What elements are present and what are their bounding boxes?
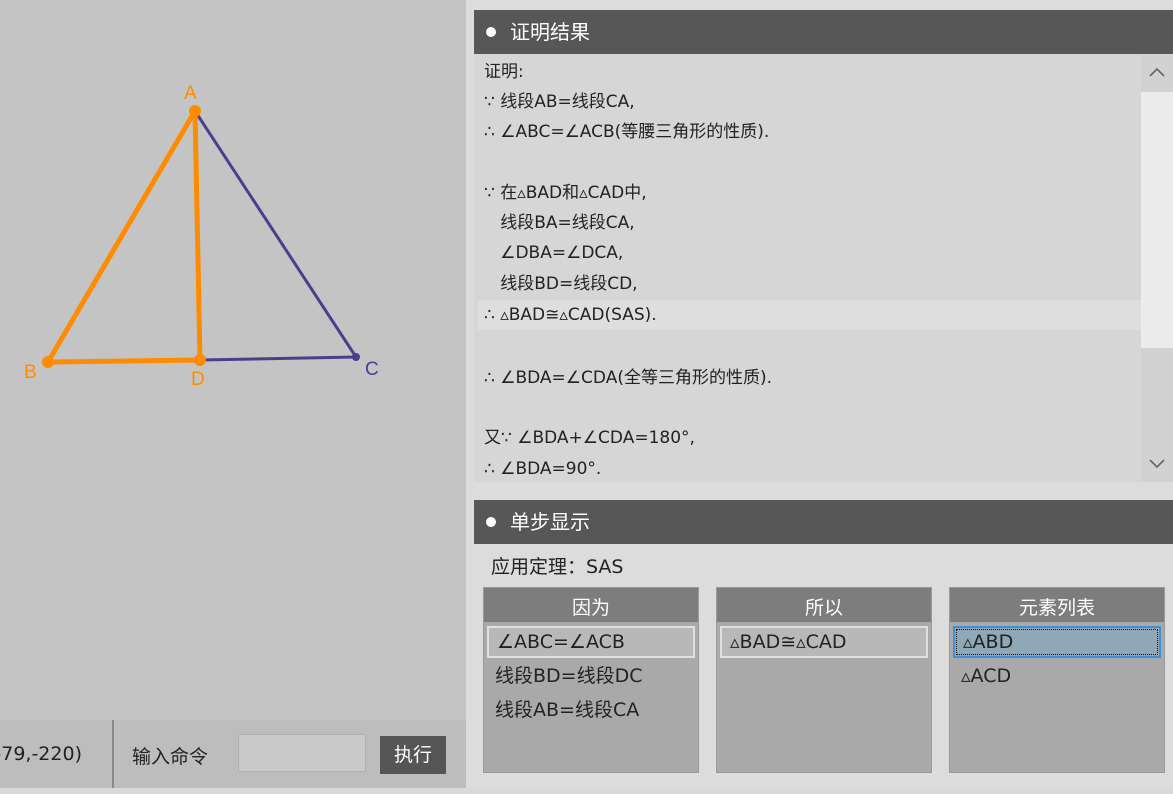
- therefore-list: 所以 ▵BAD≅▵CAD: [716, 587, 932, 773]
- therefore-list-title: 所以: [717, 588, 931, 622]
- list-item[interactable]: ▵BAD≅▵CAD: [720, 626, 928, 658]
- elements-list: 元素列表 ▵ABD ▵ACD: [949, 587, 1165, 773]
- point-label-A: A: [184, 83, 197, 104]
- proof-line: ∴ ∠ABC=∠ACB(等腰三角形的性质).: [484, 122, 770, 142]
- right-panel: 证明结果 证明: ∵ 线段AB=线段CA, ∴ ∠ABC=∠ACB(等腰三角形的…: [466, 0, 1173, 788]
- elements-list-title: 元素列表: [950, 588, 1164, 622]
- proof-text-area[interactable]: 证明: ∵ 线段AB=线段CA, ∴ ∠ABC=∠ACB(等腰三角形的性质). …: [474, 54, 1141, 482]
- point-A[interactable]: [189, 105, 201, 117]
- list-item[interactable]: 线段BD=线段DC: [487, 660, 695, 692]
- point-C[interactable]: [352, 353, 360, 361]
- point-label-C: C: [365, 359, 379, 380]
- proof-line: 证明:: [484, 62, 524, 82]
- because-list: 因为 ∠ABC=∠ACB 线段BD=线段DC 线段AB=线段CA: [483, 587, 699, 773]
- bullet-icon: [486, 516, 496, 527]
- geometry-figure[interactable]: A B C D: [0, 0, 466, 720]
- point-label-D: D: [191, 369, 205, 390]
- proof-line: 线段BA=线段CA,: [484, 213, 635, 233]
- proof-line: ∵ 在▵BAD和▵CAD中,: [484, 183, 647, 203]
- execute-button[interactable]: 执行: [380, 736, 446, 774]
- list-item[interactable]: ▵ACD: [953, 660, 1161, 692]
- proof-line: ∵ 线段AB=线段CA,: [484, 92, 635, 112]
- segment-AC[interactable]: [193, 110, 358, 358]
- bullet-icon: [486, 26, 496, 37]
- command-label: 输入命令: [132, 746, 209, 768]
- step-title: 单步显示: [510, 510, 590, 534]
- point-D[interactable]: [194, 354, 206, 366]
- proof-title: 证明结果: [510, 20, 590, 44]
- proof-header: 证明结果: [474, 10, 1173, 54]
- step-header: 单步显示: [474, 500, 1173, 544]
- because-list-title: 因为: [484, 588, 698, 622]
- command-input[interactable]: [238, 734, 366, 772]
- list-item[interactable]: 线段AB=线段CA: [487, 694, 695, 726]
- segment-DC[interactable]: [199, 355, 357, 362]
- proof-line: ∠DBA=∠DCA,: [484, 243, 624, 263]
- list-item[interactable]: ▵ABD: [953, 626, 1161, 658]
- proof-line: ∴ ∠BDA=90°.: [484, 459, 602, 479]
- applied-theorem: 应用定理：SAS: [491, 556, 624, 578]
- scroll-down-icon[interactable]: [1141, 446, 1173, 482]
- segment-AB[interactable]: [45, 109, 198, 364]
- status-bar: (-79,-220) 输入命令 执行: [0, 720, 466, 788]
- scroll-up-icon[interactable]: [1141, 54, 1173, 90]
- point-label-B: B: [24, 362, 37, 383]
- proof-line: 又∵ ∠BDA+∠CDA=180°,: [484, 428, 695, 448]
- proof-line: ∴ ∠BDA=∠CDA(全等三角形的性质).: [484, 368, 772, 388]
- scroll-thumb[interactable]: [1141, 92, 1173, 348]
- coordinate-readout: (-79,-220): [0, 720, 114, 788]
- proof-scrollbar[interactable]: [1141, 54, 1173, 482]
- segment-BD[interactable]: [47, 357, 201, 365]
- segment-AD[interactable]: [192, 110, 203, 361]
- proof-line-highlighted: ∴ ▵BAD≅▵CAD(SAS).: [478, 300, 1141, 330]
- geometry-canvas[interactable]: A B C D: [0, 0, 466, 720]
- proof-line: 线段BD=线段CD,: [484, 274, 638, 294]
- list-item[interactable]: ∠ABC=∠ACB: [487, 626, 695, 658]
- point-B[interactable]: [42, 356, 54, 368]
- coordinate-text: (-79,-220): [0, 743, 82, 765]
